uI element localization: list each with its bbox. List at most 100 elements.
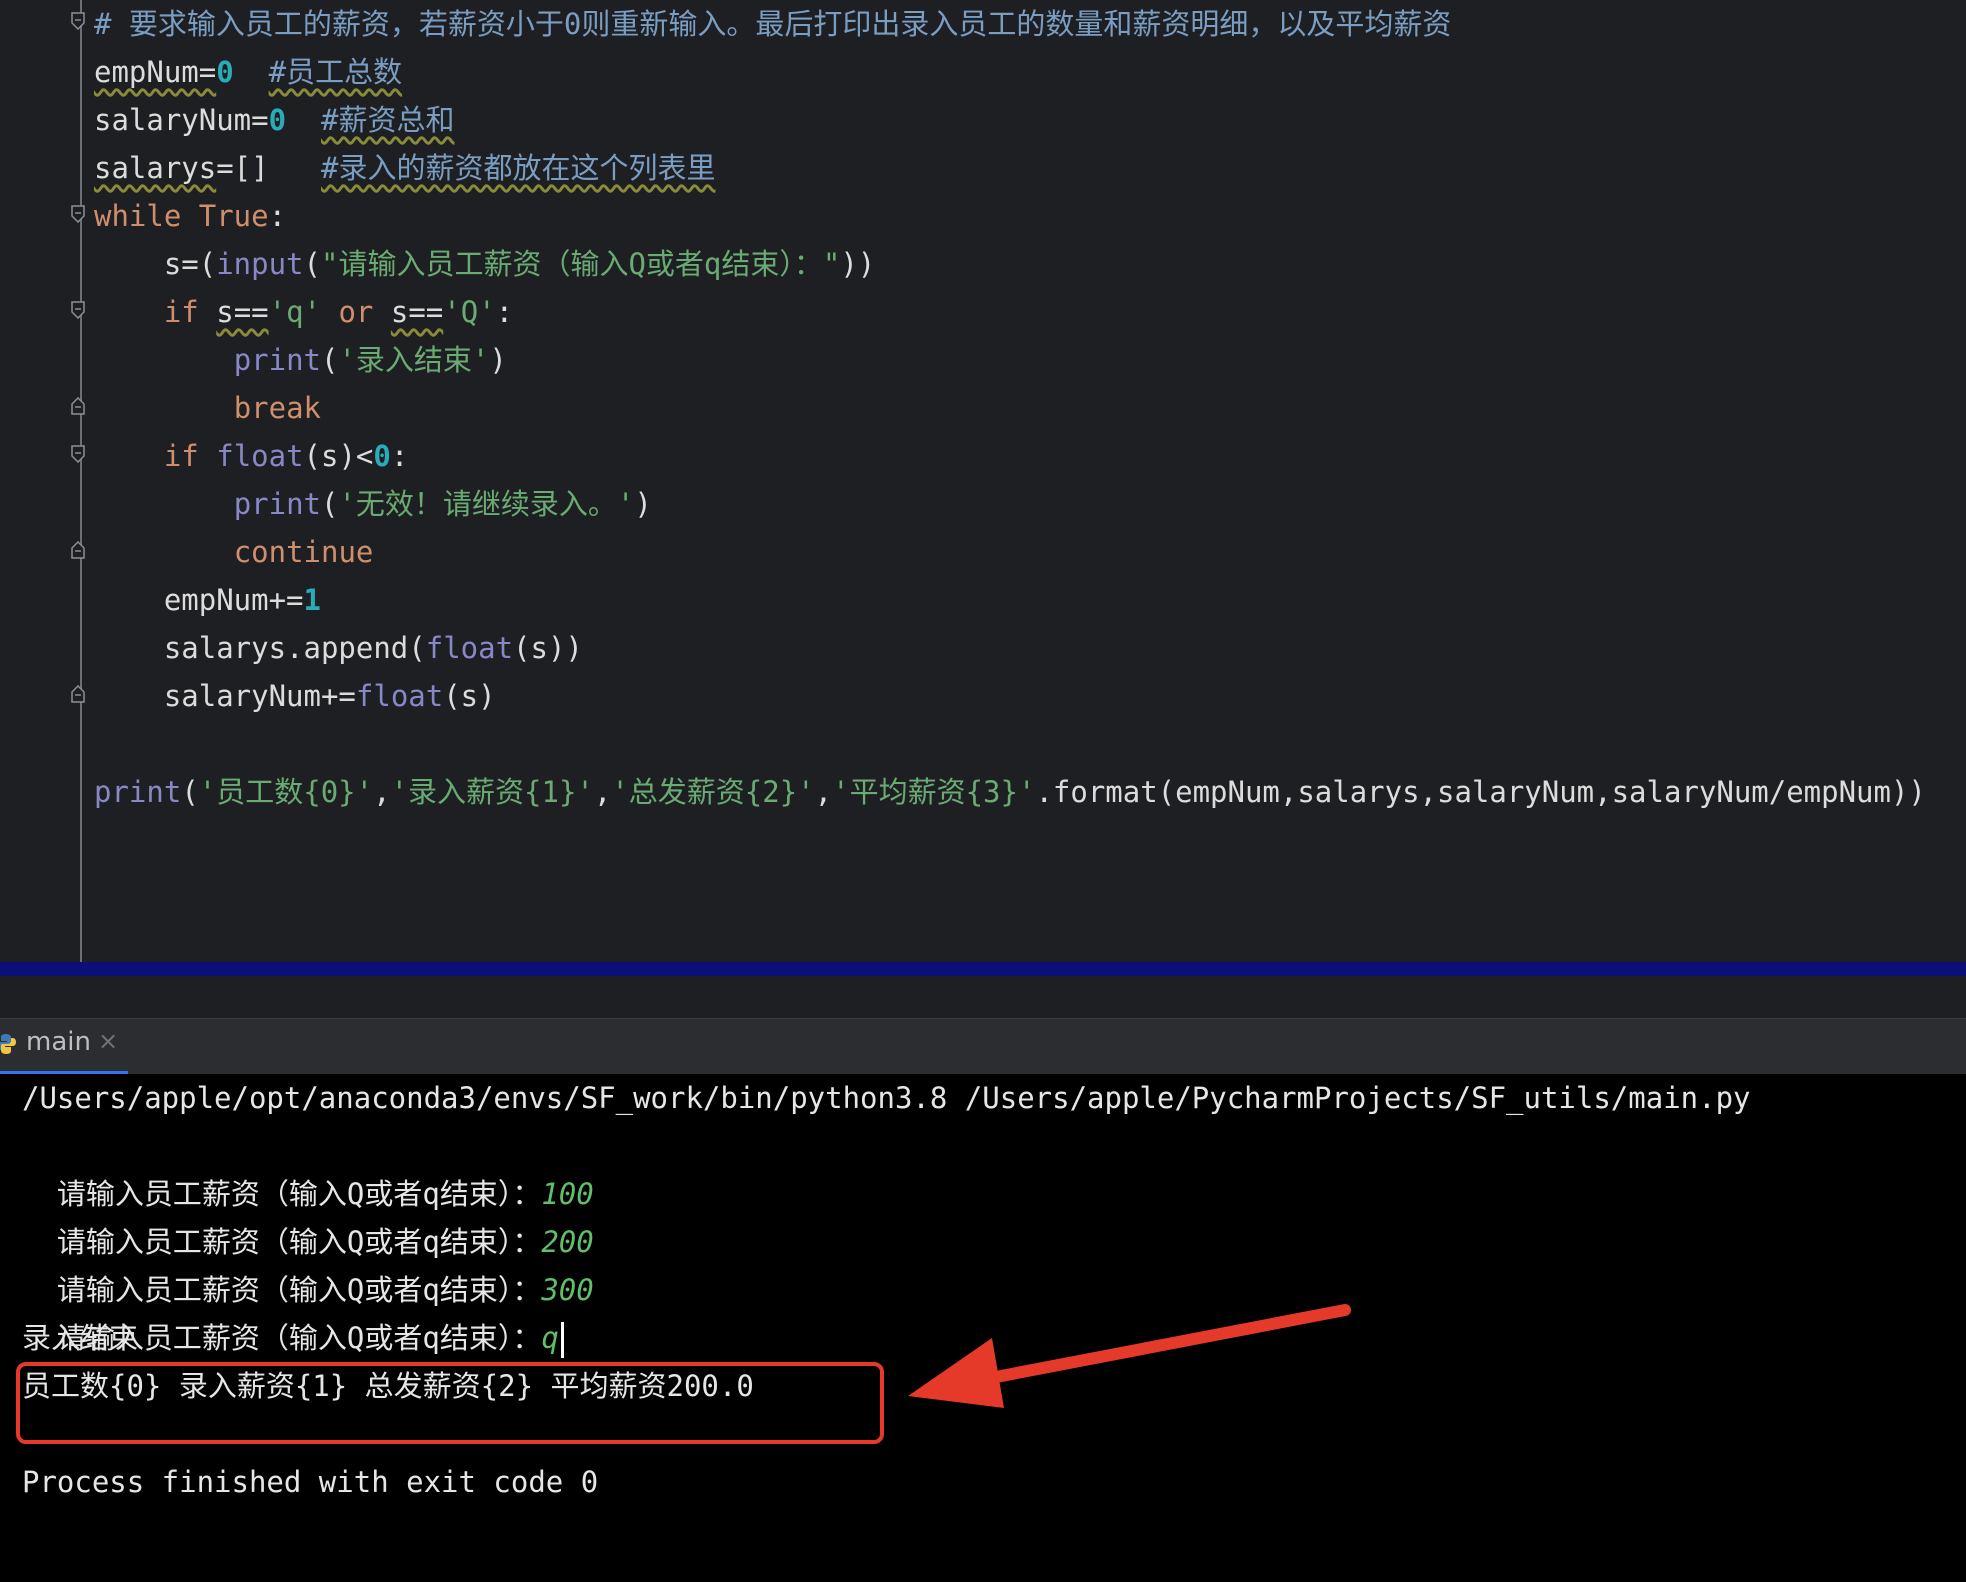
code-token: float	[425, 631, 514, 665]
editor-console-divider[interactable]	[0, 962, 1966, 976]
code-token: ,	[814, 775, 833, 809]
code-token: )	[489, 343, 507, 377]
code-line[interactable]: salarys=[] #录入的薪资都放在这个列表里	[94, 144, 715, 192]
user-input: q	[541, 1321, 559, 1355]
code-token: =[]	[216, 151, 321, 185]
code-token: salaryNum+=	[94, 679, 356, 713]
console-prompt-line: 请输入员工薪资（输入Q或者q结束）：200	[22, 1170, 594, 1259]
fold-close-icon[interactable]	[70, 685, 86, 703]
code-token: ,	[593, 775, 612, 809]
code-token: 0	[268, 103, 287, 137]
panel-gap	[0, 976, 1966, 1018]
code-token: #员工总数	[268, 55, 403, 89]
fold-open-icon[interactable]	[70, 301, 86, 319]
code-line[interactable]: s=(input("请输入员工薪资（输入Q或者q结束）："))	[94, 240, 875, 288]
code-line[interactable]: print('无效！请继续录入。')	[94, 480, 652, 528]
run-tab-label: main	[26, 1027, 91, 1057]
code-token: ))	[840, 247, 876, 281]
code-line[interactable]: while True:	[94, 192, 286, 240]
code-token: (	[181, 775, 199, 809]
code-token: input	[216, 247, 304, 281]
code-token: '无效！请继续录入。'	[338, 487, 635, 521]
console-command-line: /Users/apple/opt/anaconda3/envs/SF_work/…	[22, 1081, 1751, 1115]
code-token: (s))	[513, 631, 583, 665]
fold-close-icon[interactable]	[70, 397, 86, 415]
code-token: while	[94, 199, 199, 233]
run-tab-main[interactable]: main ×	[0, 1019, 128, 1075]
code-token: "请输入员工薪资（输入Q或者q结束）："	[321, 247, 841, 281]
code-token: print	[233, 343, 321, 377]
code-line[interactable]: empNum+=1	[94, 576, 321, 624]
fold-close-icon[interactable]	[70, 541, 86, 559]
code-line[interactable]: salaryNum+=float(s)	[94, 672, 496, 720]
code-token: '平均薪资{3}'	[832, 775, 1036, 809]
fold-open-icon[interactable]	[70, 205, 86, 223]
console-prompt-line: 请输入员工薪资（输入Q或者q结束）：100	[22, 1122, 594, 1211]
code-token: .format(empNum,salarys,salaryNum,salaryN…	[1035, 775, 1926, 809]
code-token: 'q'	[268, 295, 322, 329]
code-token: 0	[216, 55, 234, 89]
code-line[interactable]: if float(s)<0:	[94, 432, 408, 480]
code-editor[interactable]: # 要求输入员工的薪资，若薪资小于0则重新输入。最后打印出录入员工的数量和薪资明…	[0, 0, 1966, 962]
code-line[interactable]: if s=='q' or s=='Q':	[94, 288, 513, 336]
code-token: if	[163, 439, 217, 473]
code-token: empNum+=	[94, 583, 304, 617]
code-token: '员工数{0}'	[198, 775, 374, 809]
close-tab-icon[interactable]: ×	[98, 1027, 118, 1055]
console-exit-message: Process finished with exit code 0	[22, 1465, 599, 1499]
code-token: s==	[390, 295, 444, 329]
code-token: (	[321, 343, 339, 377]
code-token: #录入的薪资都放在这个列表里	[320, 151, 716, 185]
code-token: s=(	[94, 247, 217, 281]
code-token: 'Q'	[443, 295, 496, 329]
console-prompt-line: 请输入员工薪资（输入Q或者q结束）：300	[22, 1218, 594, 1307]
annotation-arrow-icon	[908, 1304, 1351, 1408]
code-token: float	[216, 439, 304, 473]
code-token: :	[268, 199, 287, 233]
code-token: #薪资总和	[321, 103, 455, 137]
code-token: )	[634, 487, 652, 521]
console-prompt-line[interactable]: 请输入员工薪资（输入Q或者q结束）：q	[22, 1266, 564, 1358]
python-icon	[0, 1034, 16, 1054]
code-token: salaryNum=	[94, 103, 269, 137]
code-token: '总发薪资{2}'	[611, 775, 815, 809]
gutter-guide	[80, 0, 82, 962]
fold-open-icon[interactable]	[70, 12, 86, 30]
code-line[interactable]: salarys.append(float(s))	[94, 624, 583, 672]
code-token: 0	[373, 439, 391, 473]
code-token: '录入薪资{1}'	[390, 775, 594, 809]
code-token: salarys	[94, 151, 217, 185]
code-line[interactable]: print('员工数{0}','录入薪资{1}','总发薪资{2}','平均薪资…	[94, 768, 1926, 816]
code-token: empNum=	[94, 55, 217, 89]
code-token: True	[198, 199, 269, 233]
code-line[interactable]: empNum=0 #员工总数	[94, 48, 402, 96]
code-token: print	[94, 775, 182, 809]
code-token: '录入结束'	[338, 343, 490, 377]
text-cursor	[560, 1322, 564, 1358]
code-token: (	[303, 247, 321, 281]
code-line[interactable]: continue	[94, 528, 374, 576]
code-token: or	[321, 295, 391, 329]
annotation-highlight-box	[16, 1362, 884, 1444]
code-token: (s)	[443, 679, 496, 713]
code-token: (	[321, 487, 339, 521]
fold-open-icon[interactable]	[70, 445, 86, 463]
console-end-message: 录入结束	[22, 1321, 139, 1355]
code-line[interactable]: print('录入结束')	[94, 336, 507, 384]
code-token: (s)<	[303, 439, 374, 473]
code-token: break	[233, 391, 321, 425]
code-token: print	[233, 487, 321, 521]
code-line[interactable]: # 要求输入员工的薪资，若薪资小于0则重新输入。最后打印出录入员工的数量和薪资明…	[94, 0, 1451, 48]
code-line[interactable]: salaryNum=0 #薪资总和	[94, 96, 454, 144]
code-token: :	[495, 295, 514, 329]
code-line[interactable]: break	[94, 384, 321, 432]
code-token: :	[390, 439, 409, 473]
